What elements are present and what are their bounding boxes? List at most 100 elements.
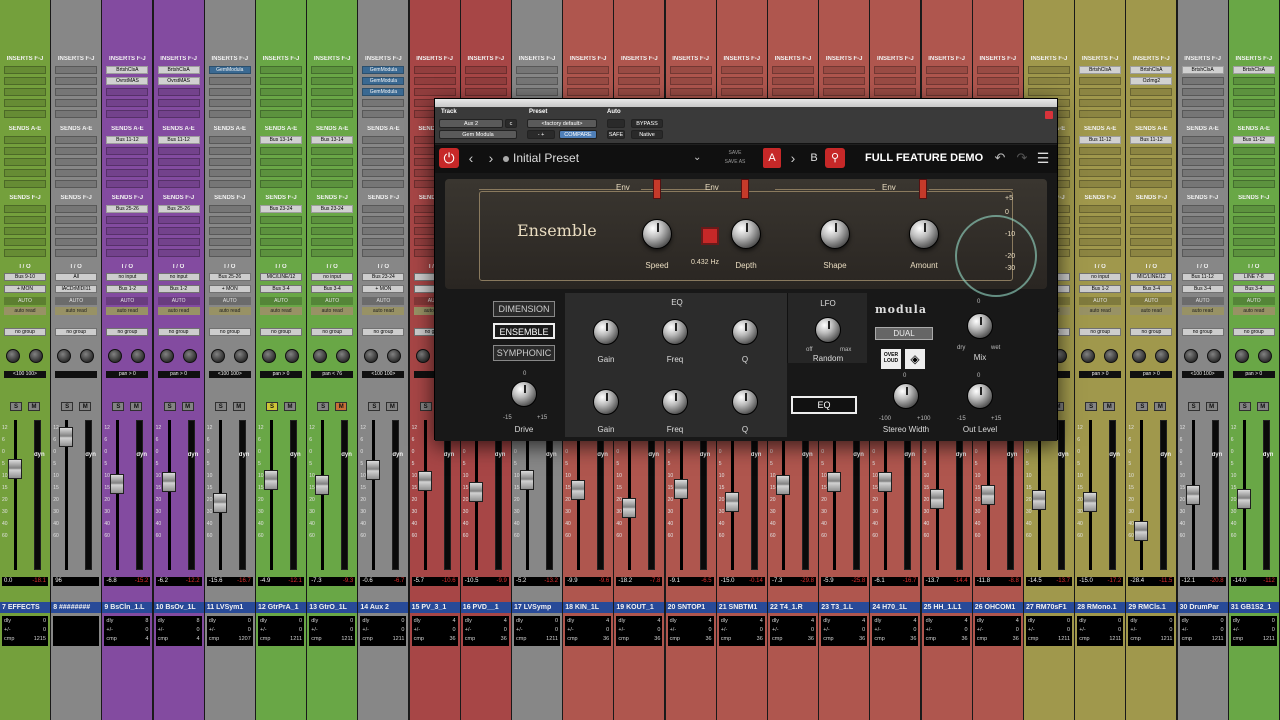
solo-button[interactable]: S (61, 402, 74, 411)
insert-slot[interactable] (1181, 77, 1224, 85)
automation-mode[interactable]: auto read (55, 307, 98, 315)
insert-slot[interactable] (874, 77, 917, 85)
input-selector[interactable]: Bus 23-24 (362, 273, 405, 281)
insert-slot[interactable] (4, 88, 46, 96)
fader-track[interactable] (1140, 420, 1144, 570)
fader-track[interactable] (782, 420, 785, 570)
automation-mode[interactable]: auto read (4, 307, 46, 315)
depth-knob[interactable] (731, 219, 761, 249)
fader-cap[interactable] (520, 470, 534, 491)
send-slot[interactable] (55, 205, 98, 213)
send-slot[interactable] (362, 180, 405, 188)
input-selector[interactable]: no input (157, 273, 200, 281)
send-slot[interactable] (311, 180, 354, 188)
insert-slot[interactable] (516, 66, 558, 74)
sync-button[interactable] (701, 227, 719, 245)
send-slot[interactable] (1130, 169, 1173, 177)
eq-q-knob-2[interactable] (732, 389, 758, 415)
send-slot[interactable] (1181, 136, 1224, 144)
send-slot[interactable] (1130, 249, 1173, 257)
send-slot[interactable] (208, 169, 251, 177)
pan-knob-left[interactable] (159, 349, 174, 363)
pan-knob-left[interactable] (1081, 349, 1096, 363)
fader-track[interactable] (167, 420, 171, 570)
drive-knob[interactable] (511, 381, 537, 407)
send-slot[interactable] (1130, 205, 1173, 213)
fader-cap[interactable] (8, 459, 22, 479)
eq-toggle-button[interactable]: EQ (791, 396, 857, 414)
send-slot[interactable] (311, 238, 354, 246)
input-selector[interactable]: no input (106, 273, 149, 281)
insert-slot[interactable] (1028, 66, 1070, 74)
send-slot[interactable] (1232, 238, 1275, 246)
send-slot[interactable] (157, 227, 200, 235)
insert-slot[interactable] (567, 77, 610, 85)
send-slot[interactable] (55, 169, 98, 177)
eq-gain-knob-2[interactable] (593, 389, 619, 415)
insert-slot[interactable] (362, 99, 405, 107)
track-name[interactable]: 26 OHCOM1 (972, 602, 1023, 613)
track-name[interactable]: 19 KOUT_1 (614, 602, 665, 613)
send-slot[interactable] (106, 227, 149, 235)
insert-slot[interactable] (516, 88, 558, 96)
input-selector[interactable]: Bus 25-26 (208, 273, 251, 281)
send-slot[interactable] (1232, 180, 1275, 188)
insert-slot[interactable] (311, 88, 354, 96)
insert-slot[interactable] (1232, 110, 1275, 118)
fader-cap[interactable] (827, 471, 842, 492)
insert-slot[interactable] (1028, 88, 1070, 96)
close-icon[interactable] (1045, 111, 1053, 119)
fader-cap[interactable] (1185, 485, 1200, 506)
amount-env-slider[interactable] (919, 179, 927, 199)
send-slot[interactable] (260, 180, 302, 188)
insert-slot[interactable] (1232, 99, 1275, 107)
insert-slot[interactable] (55, 110, 98, 118)
send-slot[interactable] (1181, 180, 1224, 188)
track-name[interactable]: 10 BsOv_1L (153, 602, 204, 613)
send-slot[interactable] (4, 238, 46, 246)
output-selector[interactable]: IACDrMIDI11 (55, 285, 98, 293)
pan-knob-right[interactable] (182, 349, 197, 363)
send-slot[interactable] (4, 227, 46, 235)
insert-slot[interactable]: BrtshClsA (1130, 66, 1173, 74)
mute-button[interactable]: M (1154, 402, 1167, 411)
eq-q-knob-1[interactable] (732, 319, 758, 345)
send-slot[interactable] (1181, 158, 1224, 166)
ab-a-button[interactable]: A (763, 148, 781, 168)
track-name[interactable]: 12 GtrPrA_1 (256, 602, 306, 613)
insert-slot[interactable] (208, 110, 251, 118)
insert-slot[interactable] (413, 77, 456, 85)
fader-track[interactable] (628, 420, 632, 570)
output-selector[interactable]: + MON (362, 285, 405, 293)
send-slot[interactable] (208, 158, 251, 166)
pan-knob-right[interactable] (1155, 349, 1170, 363)
fader-track[interactable] (372, 420, 376, 570)
fader-track[interactable] (526, 420, 529, 570)
send-slot[interactable] (55, 249, 98, 257)
insert-slot[interactable] (311, 66, 354, 74)
output-selector[interactable]: Bus 1-2 (1079, 285, 1122, 293)
insert-slot[interactable] (567, 66, 610, 74)
fader-track[interactable] (14, 420, 17, 570)
send-slot[interactable] (362, 158, 405, 166)
solo-button[interactable]: S (368, 402, 381, 411)
mute-button[interactable]: M (1103, 402, 1116, 411)
fader-track[interactable] (423, 420, 427, 570)
insert-slot[interactable] (669, 66, 712, 74)
pan-knob-left[interactable] (313, 349, 328, 363)
insert-slot[interactable] (4, 66, 46, 74)
send-slot[interactable] (1079, 180, 1122, 188)
preset-selector[interactable]: <factory default> (527, 119, 597, 128)
track-name[interactable]: 28 RMono.1 (1075, 602, 1126, 613)
insert-slot[interactable] (208, 99, 251, 107)
send-slot[interactable] (1079, 249, 1122, 257)
send-slot[interactable] (208, 136, 251, 144)
pan-knob-right[interactable] (285, 349, 299, 363)
send-slot[interactable] (260, 158, 302, 166)
speed-knob[interactable] (642, 219, 672, 249)
group-selector[interactable]: no group (311, 328, 354, 336)
automation-mode[interactable]: auto read (1232, 307, 1275, 315)
send-slot[interactable] (1079, 158, 1122, 166)
insert-slot[interactable]: OvrstMAS (106, 77, 149, 85)
fader-cap[interactable] (929, 488, 944, 509)
